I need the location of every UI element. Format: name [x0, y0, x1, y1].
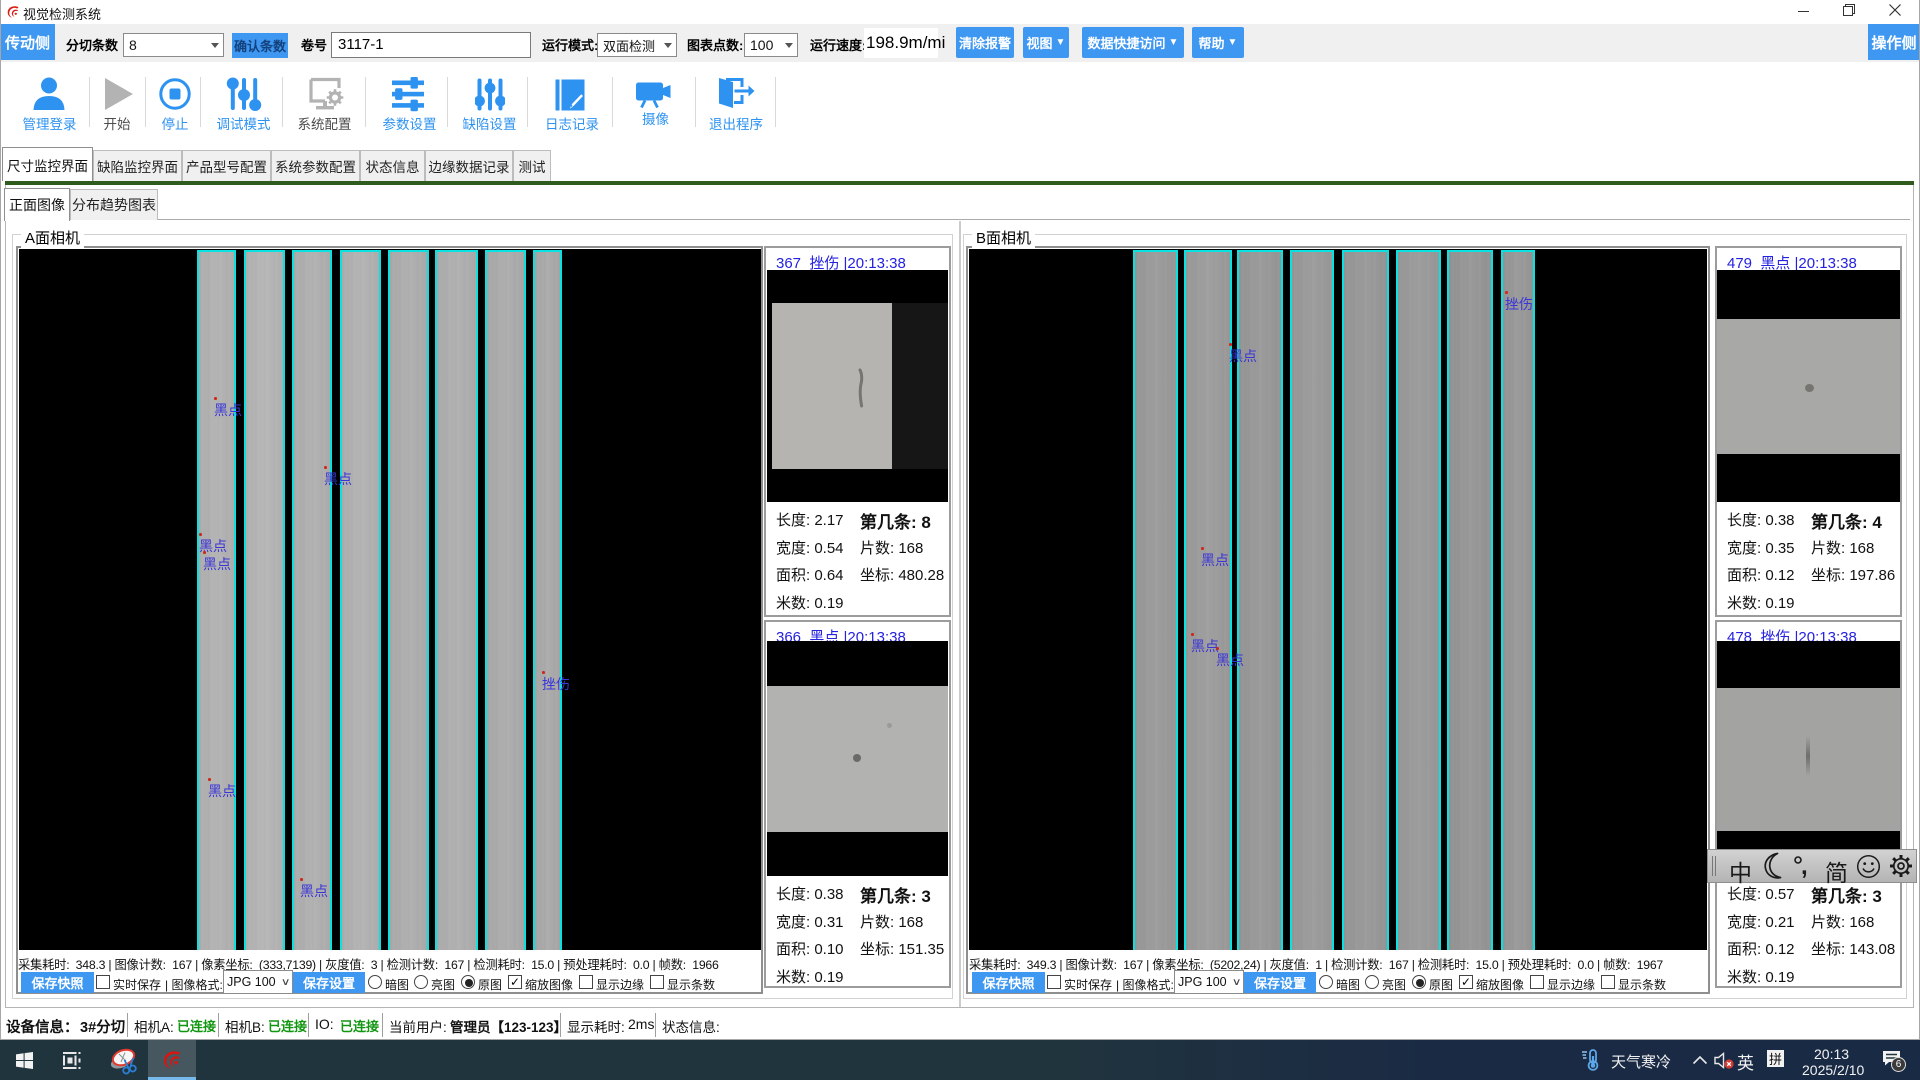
- svg-text:,: ,: [1801, 855, 1808, 879]
